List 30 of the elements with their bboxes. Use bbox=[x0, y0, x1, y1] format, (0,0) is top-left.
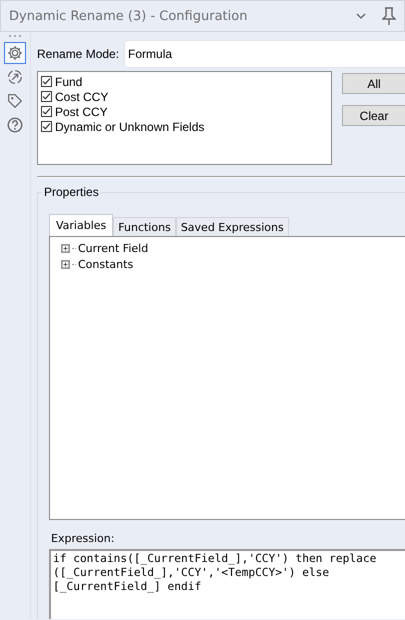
tab[interactable]: Saved Expressions bbox=[176, 217, 289, 236]
expression-editor[interactable]: if contains([_CurrentField_],'CCY') then replace ([_CurrentField_],'CCY','<TempCCY>') else [_CurrentField_] endif bbox=[49, 549, 405, 619]
window-title: Dynamic Rename (3) - Configuration bbox=[9, 8, 248, 24]
tag-icon bbox=[6, 92, 24, 110]
arrow-circle-icon bbox=[6, 68, 24, 86]
checkbox[interactable] bbox=[41, 76, 52, 87]
tab[interactable]: Functions bbox=[113, 217, 176, 236]
checkbox[interactable] bbox=[41, 91, 52, 102]
tree-node[interactable]: Current Field bbox=[78, 242, 148, 254]
action-button[interactable]: All bbox=[342, 73, 405, 94]
expand-icon[interactable] bbox=[61, 244, 70, 252]
field-label: Rename Mode: bbox=[37, 47, 120, 61]
field-name: Cost CCY bbox=[55, 90, 108, 104]
sidebar-tab[interactable] bbox=[4, 42, 26, 64]
field-name: Post CCY bbox=[55, 104, 108, 118]
checkbox[interactable] bbox=[41, 121, 52, 132]
action-button[interactable]: Clear bbox=[342, 105, 405, 126]
rename-mode-dropdown[interactable]: Formula bbox=[124, 40, 405, 68]
field-name: Fund bbox=[55, 74, 82, 88]
chevron-icon[interactable] bbox=[356, 12, 366, 20]
tree-node[interactable]: Constants bbox=[78, 258, 134, 270]
help-icon bbox=[6, 116, 24, 134]
checkbox[interactable] bbox=[41, 106, 52, 117]
pin-icon[interactable] bbox=[382, 7, 396, 25]
expand-icon[interactable] bbox=[61, 260, 70, 268]
group-title: Properties bbox=[42, 185, 101, 199]
expression-label: Expression: bbox=[51, 532, 114, 545]
tab[interactable]: Variables bbox=[49, 214, 114, 236]
gear-icon bbox=[6, 44, 24, 62]
field-name: Dynamic or Unknown Fields bbox=[55, 120, 204, 134]
